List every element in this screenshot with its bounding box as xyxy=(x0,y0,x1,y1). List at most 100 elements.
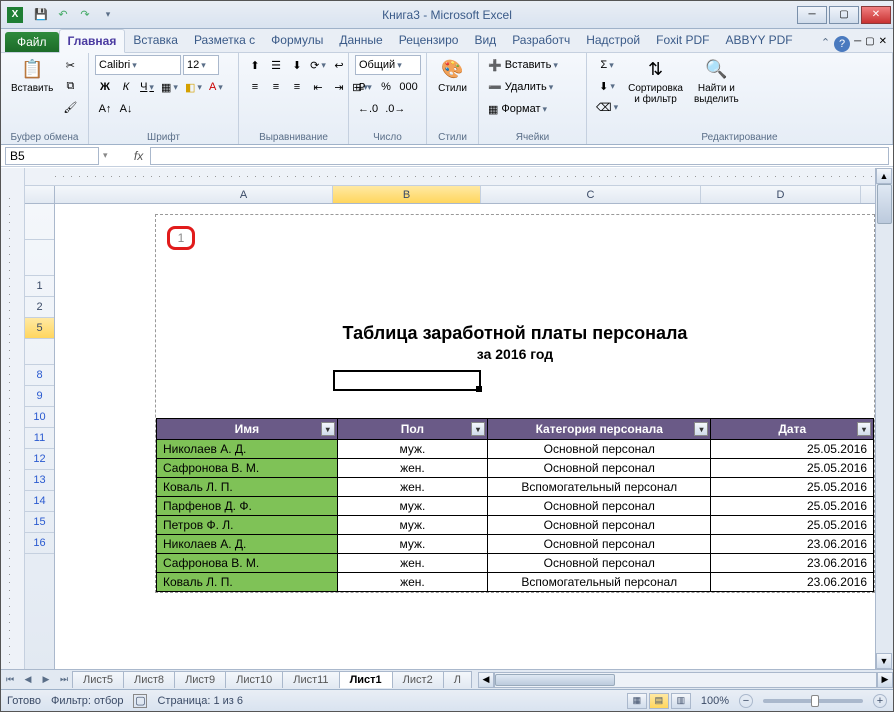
formula-input[interactable] xyxy=(150,147,889,165)
table-cell[interactable]: жен. xyxy=(337,478,487,497)
percent-button[interactable]: % xyxy=(376,77,396,97)
table-cell[interactable]: 23.06.2016 xyxy=(711,535,874,554)
filter-dropdown-icon[interactable]: ▾ xyxy=(694,422,708,436)
table-cell[interactable]: Вспомогательный персонал xyxy=(488,478,711,497)
table-row[interactable]: Петров Ф. Л.муж.Основной персонал25.05.2… xyxy=(157,516,874,535)
filter-dropdown-icon[interactable]: ▾ xyxy=(857,422,871,436)
indent-increase-button[interactable]: ⇥ xyxy=(329,77,349,97)
zoom-level[interactable]: 100% xyxy=(701,695,729,707)
zoom-thumb[interactable] xyxy=(811,695,819,707)
minimize-button[interactable]: ─ xyxy=(797,6,827,24)
row-header[interactable]: 11 xyxy=(25,428,54,449)
sheet-tab[interactable]: Лист10 xyxy=(225,671,283,688)
filter-dropdown-icon[interactable]: ▾ xyxy=(471,422,485,436)
row-header[interactable]: 15 xyxy=(25,512,54,533)
scroll-left-icon[interactable]: ◀ xyxy=(478,672,494,688)
comma-button[interactable]: 000 xyxy=(397,77,420,97)
ribbon-tab-0[interactable]: Главная xyxy=(59,29,126,53)
help-icon[interactable]: ? xyxy=(834,36,850,52)
row-header[interactable]: 2 xyxy=(25,297,54,318)
table-row[interactable]: Парфенов Д. Ф.муж.Основной персонал25.05… xyxy=(157,497,874,516)
paste-button[interactable]: 📋 Вставить xyxy=(7,55,57,96)
autosum-button[interactable]: Σ xyxy=(593,55,621,75)
table-cell[interactable]: 25.05.2016 xyxy=(711,440,874,459)
column-header-b[interactable]: B xyxy=(333,186,481,203)
filter-dropdown-icon[interactable]: ▾ xyxy=(321,422,335,436)
table-cell[interactable]: Вспомогательный персонал xyxy=(488,573,711,592)
align-middle-button[interactable]: ☰ xyxy=(266,55,286,75)
table-cell[interactable]: жен. xyxy=(337,459,487,478)
row-header[interactable]: 1 xyxy=(25,276,54,297)
zoom-in-button[interactable]: + xyxy=(873,694,887,708)
table-cell[interactable]: муж. xyxy=(337,440,487,459)
table-row[interactable]: Коваль Л. П.жен.Вспомогательный персонал… xyxy=(157,478,874,497)
close-button[interactable]: ✕ xyxy=(861,6,891,24)
sheet-canvas[interactable]: 1 Таблица заработной платы персонала за … xyxy=(55,204,875,669)
sheet-tab[interactable]: Лист2 xyxy=(392,671,444,688)
row-header[interactable]: 12 xyxy=(25,449,54,470)
scroll-up-icon[interactable]: ▲ xyxy=(876,168,892,184)
align-bottom-button[interactable]: ⬇ xyxy=(287,55,307,75)
row-header[interactable]: 5 xyxy=(25,318,54,339)
sheet-tab[interactable]: Лист5 xyxy=(72,671,124,688)
table-cell[interactable]: муж. xyxy=(337,535,487,554)
table-cell[interactable]: Основной персонал xyxy=(488,516,711,535)
table-cell[interactable]: Сафронова В. М. xyxy=(157,554,338,573)
find-select-button[interactable]: 🔍 Найти и выделить xyxy=(690,55,743,107)
table-row[interactable]: Коваль Л. П.жен.Вспомогательный персонал… xyxy=(157,573,874,592)
wrap-text-button[interactable]: ↩ xyxy=(329,55,349,75)
doc-close-button[interactable]: ✕ xyxy=(879,36,887,52)
sheet-tab[interactable]: Л xyxy=(443,671,472,688)
table-cell[interactable]: муж. xyxy=(337,516,487,535)
table-row[interactable]: Сафронова В. М.жен.Основной персонал25.0… xyxy=(157,459,874,478)
table-cell[interactable]: Сафронова В. М. xyxy=(157,459,338,478)
row-header[interactable] xyxy=(25,240,54,276)
table-cell[interactable]: 25.05.2016 xyxy=(711,516,874,535)
table-cell[interactable]: 23.06.2016 xyxy=(711,573,874,592)
table-cell[interactable]: 23.06.2016 xyxy=(711,554,874,573)
fill-color-button[interactable]: ◧ xyxy=(182,77,205,97)
scroll-thumb-h[interactable] xyxy=(495,674,615,686)
ribbon-tab-6[interactable]: Вид xyxy=(466,29,504,52)
table-cell[interactable]: жен. xyxy=(337,573,487,592)
view-page-layout-button[interactable]: ▤ xyxy=(649,693,669,709)
sheet-tab[interactable]: Лист11 xyxy=(282,671,339,688)
view-page-break-button[interactable]: ▥ xyxy=(671,693,691,709)
table-cell[interactable]: Основной персонал xyxy=(488,554,711,573)
table-cell[interactable]: Николаев А. Д. xyxy=(157,440,338,459)
table-cell[interactable]: 25.05.2016 xyxy=(711,459,874,478)
format-painter-button[interactable]: 🖌 xyxy=(60,97,80,117)
shrink-font-button[interactable]: A↓ xyxy=(116,99,136,119)
row-header[interactable]: 13 xyxy=(25,470,54,491)
scroll-right-icon[interactable]: ▶ xyxy=(877,672,893,688)
qat-customize-icon[interactable] xyxy=(98,6,116,24)
ribbon-tab-4[interactable]: Данные xyxy=(331,29,390,52)
row-header[interactable]: 14 xyxy=(25,491,54,512)
file-tab[interactable]: Файл xyxy=(5,32,59,52)
table-cell[interactable]: Основной персонал xyxy=(488,440,711,459)
border-button[interactable]: ▦ xyxy=(158,77,181,97)
table-cell[interactable]: Основной персонал xyxy=(488,459,711,478)
ribbon-tab-9[interactable]: Foxit PDF xyxy=(648,29,717,52)
select-all-corner[interactable] xyxy=(25,186,55,203)
italic-button[interactable]: К xyxy=(116,77,136,97)
format-cells-button[interactable]: ▦ Формат xyxy=(485,99,580,119)
row-header[interactable]: 16 xyxy=(25,533,54,554)
zoom-slider[interactable] xyxy=(763,699,863,703)
font-color-button[interactable]: A xyxy=(206,77,226,97)
delete-cells-button[interactable]: ➖ Удалить xyxy=(485,77,580,97)
table-header[interactable]: Дата▾ xyxy=(711,419,874,440)
grow-font-button[interactable]: A↑ xyxy=(95,99,115,119)
qat-save-icon[interactable]: 💾 xyxy=(32,6,50,24)
table-cell[interactable]: Коваль Л. П. xyxy=(157,573,338,592)
table-row[interactable]: Сафронова В. М.жен.Основной персонал23.0… xyxy=(157,554,874,573)
cut-button[interactable]: ✂ xyxy=(60,55,80,75)
table-cell[interactable]: Основной персонал xyxy=(488,535,711,554)
tab-next-icon[interactable]: ▶ xyxy=(37,671,55,689)
ribbon-tab-5[interactable]: Рецензиро xyxy=(391,29,467,52)
decrease-decimal-button[interactable]: .0→ xyxy=(382,99,408,119)
bold-button[interactable]: Ж xyxy=(95,77,115,97)
increase-decimal-button[interactable]: ←.0 xyxy=(355,99,381,119)
column-header-a[interactable]: A xyxy=(155,186,333,203)
table-cell[interactable]: жен. xyxy=(337,554,487,573)
